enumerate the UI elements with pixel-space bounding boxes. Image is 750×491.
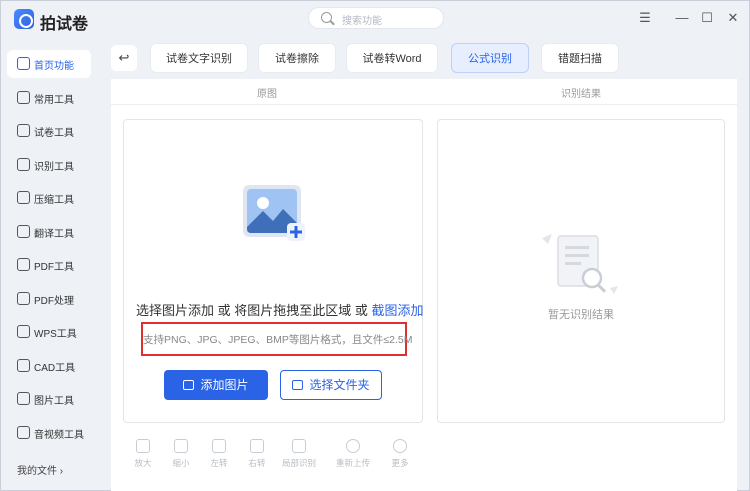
cad-icon <box>17 359 30 372</box>
image-icon <box>183 380 195 390</box>
partial-recognize-tool[interactable]: 局部识别 <box>281 439 317 469</box>
more-icon <box>393 439 407 453</box>
sidebar-item-label: 首页功能 <box>34 61 74 72</box>
home-icon <box>17 57 30 70</box>
tool-label: 重新上传 <box>335 458 370 468</box>
sidebar-item-label: 识别工具 <box>34 162 74 173</box>
empty-result-text: 暂无识别结果 <box>548 309 614 321</box>
tool-label: 放大 <box>134 458 152 468</box>
result-header: 识别结果 <box>561 89 601 100</box>
app-title: 拍试卷 <box>40 16 89 33</box>
sidebar-item-label: PDF处理 <box>34 296 74 307</box>
upload-instructions: 选择图片添加 或 将图片拖拽至此区域 或 截图添加 <box>136 300 423 319</box>
header-divider <box>111 104 737 105</box>
sidebar-item-pdf-tools[interactable]: PDF工具 <box>7 251 91 279</box>
sidebar-item-cad-tools[interactable]: CAD工具 <box>7 352 91 380</box>
folder-add-icon <box>292 380 304 390</box>
translate-icon <box>17 225 30 238</box>
add-image-icon <box>243 185 305 241</box>
tab-paper-erase[interactable]: 试卷擦除 <box>258 43 336 73</box>
back-button[interactable]: ↩ <box>111 45 137 71</box>
sidebar-item-label: 翻译工具 <box>34 229 74 240</box>
tab-paper-text-ocr[interactable]: 试卷文字识别 <box>150 43 248 73</box>
app-window: 拍试卷 搜索功能 ☰ — ☐ ✕ 首页功能 常用工具 试卷工具 识别工具 压缩工… <box>0 0 750 491</box>
maximize-button[interactable]: ☐ <box>697 8 717 28</box>
partial-recognize-icon <box>292 439 306 453</box>
sidebar: 首页功能 常用工具 试卷工具 识别工具 压缩工具 翻译工具 PDF工具 PDF处… <box>1 41 97 491</box>
rotate-left-tool[interactable]: 左转 <box>201 439 237 469</box>
compress-icon <box>17 191 30 204</box>
upload-drop-zone[interactable]: 选择图片添加 或 将图片拖拽至此区域 或 截图添加 支持PNG、JPG、JPEG… <box>123 119 423 423</box>
paper-icon <box>17 124 30 137</box>
tool-label: 右转 <box>248 458 266 468</box>
original-header: 原图 <box>257 89 277 100</box>
sidebar-item-label: CAD工具 <box>34 363 76 374</box>
sidebar-item-paper-tools[interactable]: 试卷工具 <box>7 117 91 145</box>
sidebar-item-label: PDF工具 <box>34 262 74 273</box>
sidebar-item-media-tools[interactable]: 音视频工具 <box>7 419 91 447</box>
search-box[interactable]: 搜索功能 <box>308 7 444 29</box>
rotate-right-icon <box>250 439 264 453</box>
image-icon <box>17 392 30 405</box>
sidebar-item-translate-tools[interactable]: 翻译工具 <box>7 218 91 246</box>
workspace-panel: 原图 识别结果 选择图片添加 或 将图片拖拽至此区域 或 截图添加 支持PNG、… <box>111 79 737 491</box>
sidebar-item-recognize-tools[interactable]: 识别工具 <box>7 151 91 179</box>
reupload-icon <box>346 439 360 453</box>
sidebar-item-label: WPS工具 <box>34 329 77 340</box>
title-bar: 拍试卷 搜索功能 ☰ — ☐ ✕ <box>1 1 749 37</box>
sidebar-item-compress-tools[interactable]: 压缩工具 <box>7 184 91 212</box>
pdf-process-icon <box>17 292 30 305</box>
zoom-in-tool[interactable]: 放大 <box>125 439 161 469</box>
tab-paper-to-word[interactable]: 试卷转Word <box>346 43 438 73</box>
sidebar-item-pdf-process[interactable]: PDF处理 <box>7 285 91 313</box>
upload-text: 选择图片添加 或 将图片拖拽至此区域 或 <box>136 303 372 318</box>
sidebar-item-label: 图片工具 <box>34 396 74 407</box>
empty-result-icon <box>542 234 618 294</box>
search-icon <box>321 12 332 23</box>
screenshot-add-link[interactable]: 截图添加 <box>371 303 423 318</box>
sidebar-item-label: 压缩工具 <box>34 195 74 206</box>
my-files-link[interactable]: 我的文件 › <box>17 462 63 477</box>
format-notice: 支持PNG、JPG、JPEG、BMP等图片格式，且文件≤2.5M <box>143 334 413 346</box>
tool-label: 左转 <box>210 458 228 468</box>
tool-label: 缩小 <box>172 458 190 468</box>
tool-label: 更多 <box>391 458 409 468</box>
main-area: ↩ 试卷文字识别 试卷擦除 试卷转Word 公式识别 错题扫描 原图 识别结果 <box>97 37 749 491</box>
layers-icon <box>17 91 30 104</box>
sidebar-item-label: 试卷工具 <box>34 128 74 139</box>
sidebar-item-common-tools[interactable]: 常用工具 <box>7 84 91 112</box>
more-tool[interactable]: 更多 <box>382 439 418 469</box>
reupload-tool[interactable]: 重新上传 <box>335 439 371 469</box>
tool-label: 局部识别 <box>281 458 316 468</box>
rotate-right-tool[interactable]: 右转 <box>239 439 275 469</box>
add-image-label: 添加图片 <box>200 378 249 392</box>
select-folder-label: 选择文件夹 <box>309 378 370 392</box>
zoom-out-tool[interactable]: 缩小 <box>163 439 199 469</box>
result-panel: 暂无识别结果 <box>437 119 725 423</box>
add-image-button[interactable]: 添加图片 <box>164 370 268 400</box>
sidebar-item-image-tools[interactable]: 图片工具 <box>7 385 91 413</box>
rotate-left-icon <box>212 439 226 453</box>
sidebar-item-label: 音视频工具 <box>34 430 84 441</box>
pdf-icon <box>17 258 30 271</box>
search-placeholder: 搜索功能 <box>342 16 382 27</box>
close-button[interactable]: ✕ <box>723 8 743 28</box>
app-logo-icon <box>14 9 34 29</box>
sidebar-item-home[interactable]: 首页功能 <box>7 50 91 78</box>
tab-formula-recognition[interactable]: 公式识别 <box>451 43 529 73</box>
minimize-button[interactable]: — <box>672 8 692 28</box>
format-notice-box: 支持PNG、JPG、JPEG、BMP等图片格式，且文件≤2.5M <box>141 322 413 356</box>
scan-icon <box>17 158 30 171</box>
zoom-out-icon <box>174 439 188 453</box>
tab-wrong-question-scan[interactable]: 错题扫描 <box>541 43 619 73</box>
menu-icon[interactable]: ☰ <box>635 8 655 28</box>
sidebar-item-wps-tools[interactable]: WPS工具 <box>7 318 91 346</box>
select-folder-button[interactable]: 选择文件夹 <box>280 370 382 400</box>
zoom-in-icon <box>136 439 150 453</box>
sidebar-item-label: 常用工具 <box>34 95 74 106</box>
wps-icon <box>17 325 30 338</box>
media-icon <box>17 426 30 439</box>
